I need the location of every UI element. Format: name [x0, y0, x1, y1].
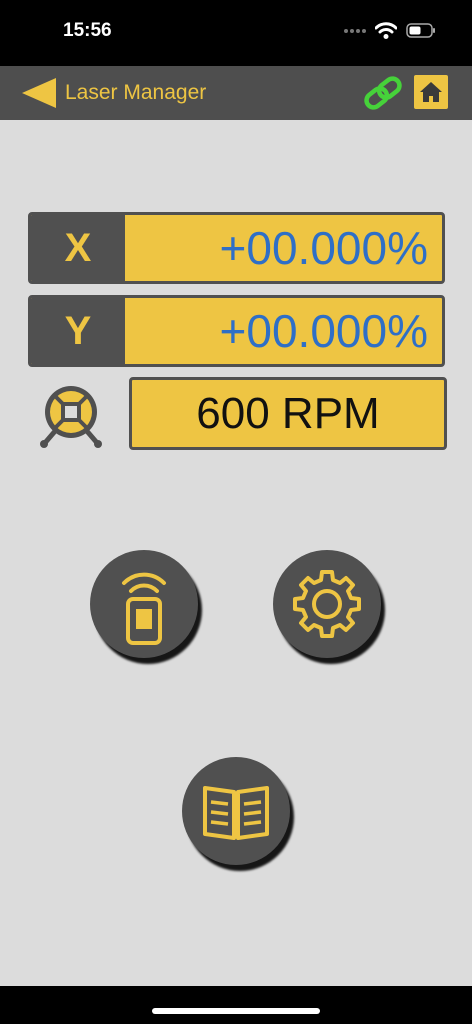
y-axis-row: Y +00.000%	[28, 295, 445, 367]
y-axis-label: Y	[31, 298, 125, 364]
home-indicator[interactable]	[152, 1008, 320, 1014]
back-arrow-icon	[22, 78, 56, 108]
status-time: 15:56	[63, 20, 112, 41]
status-bar: 15:56	[0, 0, 472, 66]
settings-button[interactable]	[273, 550, 381, 658]
rotation-head-icon	[40, 386, 102, 448]
book-icon	[203, 786, 269, 840]
rpm-display[interactable]: 600 RPM	[129, 377, 447, 450]
manual-button[interactable]	[182, 757, 290, 865]
remote-control-button[interactable]	[90, 550, 198, 658]
remote-control-icon	[122, 572, 166, 645]
back-button[interactable]: Laser Manager	[22, 76, 206, 110]
wifi-icon	[375, 22, 397, 39]
main-content: X +00.000% Y +00.000% 600 RPM	[0, 120, 472, 986]
status-icons	[344, 22, 436, 39]
y-axis-value: +00.000%	[219, 305, 428, 357]
battery-icon	[406, 23, 435, 38]
x-axis-value: +00.000%	[219, 222, 428, 274]
cellular-signal-icon	[344, 28, 366, 33]
nav-title: Laser Manager	[65, 81, 207, 104]
nav-bar: Laser Manager	[0, 66, 472, 120]
x-axis-label: X	[31, 215, 125, 281]
link-button[interactable]	[360, 76, 406, 110]
gear-icon	[293, 570, 361, 638]
home-button[interactable]	[414, 75, 448, 109]
home-icon	[420, 82, 442, 102]
home-indicator-area	[0, 986, 472, 1024]
x-axis-row: X +00.000%	[28, 212, 445, 284]
link-icon	[364, 76, 402, 110]
